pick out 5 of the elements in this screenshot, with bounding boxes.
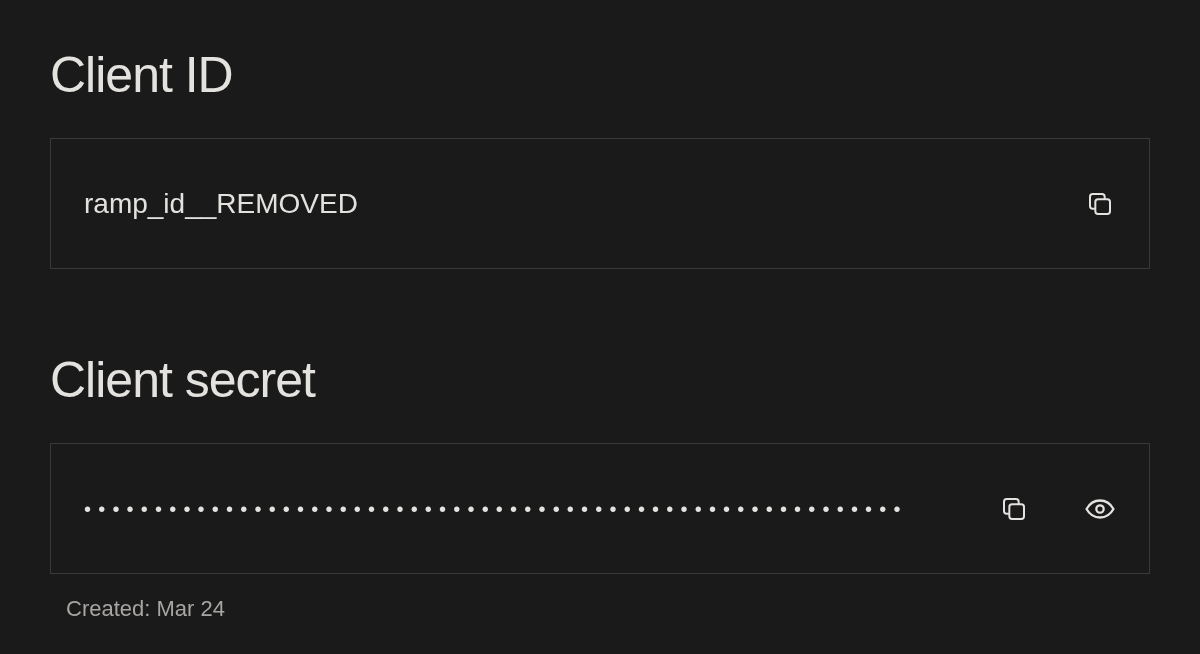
section-heading: Client ID (50, 46, 233, 105)
section-heading: Client secret (50, 351, 315, 410)
masked-secret: •••••••••••••••••••••••••••••••••••••••••••••••••••••••••• (84, 496, 909, 522)
created-date: Created: Mar 24 (66, 595, 225, 623)
client-id-value: ramp_id__REMOVED (84, 186, 359, 221)
